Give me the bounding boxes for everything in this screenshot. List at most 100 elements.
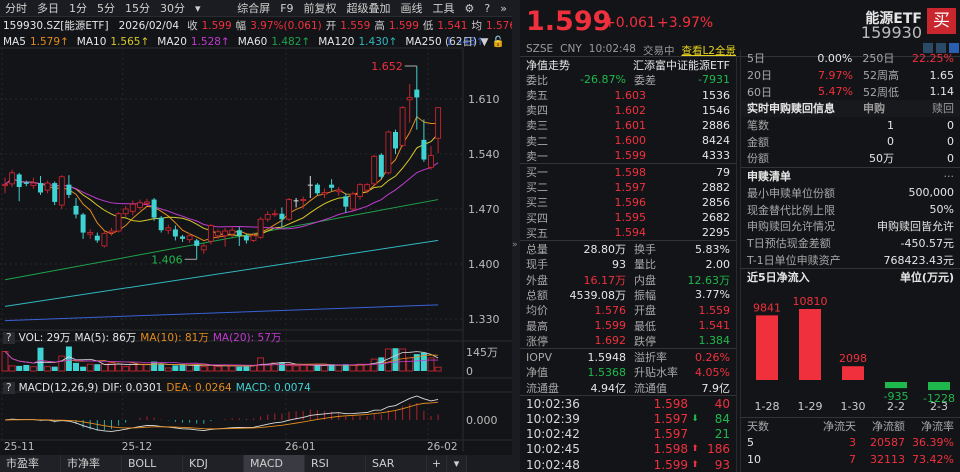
candle-body [257,218,264,238]
order-book-row[interactable]: 卖四 1.602 1546 [520,103,736,118]
period-more-dropdown[interactable]: ▾ [190,2,206,15]
volume-bar [278,362,285,371]
nav-trend-link[interactable]: 净值走势 [526,57,633,73]
netflow-value: 9841 [753,301,781,314]
order-book-row[interactable]: 卖三 1.601 2886 [520,118,736,133]
candle-body [38,183,43,193]
level-price: 1.601 [614,118,647,132]
candle-body [300,199,307,202]
tab-pe[interactable]: 市盈率 [0,455,61,472]
tab-multiday[interactable]: 多日 [32,0,64,16]
draw-button[interactable]: 画线 [396,0,428,16]
period-count-dropdown[interactable]: (62日) ▼ 🔓 [445,34,505,49]
stat-value: 1.559 [698,303,731,317]
overlay-button[interactable]: 超级叠加 [342,0,396,16]
tick-time: 10:02:36 [526,396,580,411]
candle-body [87,232,94,235]
perf-row: 5日 0.00% 250日 22.25% [747,51,954,66]
ma-line-ma250 [4,304,439,322]
order-book-row[interactable]: 卖一 1.599 4333 [520,148,736,163]
order-book-row[interactable]: 买五 1.594 2295 [520,225,736,240]
f9-button[interactable]: F9 [275,2,298,15]
order-book-row[interactable]: 买一 1.598 79 [520,164,736,180]
settings-icon[interactable]: ⚙ [460,2,480,15]
tab-sar[interactable]: SAR [366,455,427,472]
stat-label: 净值 [526,366,548,380]
volume-bar [335,364,343,372]
order-book-row[interactable]: 买四 1.595 2682 [520,210,736,225]
candle-body [421,139,427,160]
tab-intraday[interactable]: 分时 [0,0,32,16]
stat-value: 1.541 [698,318,731,332]
stat-value: 1.576 [594,303,627,317]
avg-label: 均 [471,20,482,32]
kline-chart[interactable]: 1.610 1.540 1.470 1.400 1.330 25-11 25-12 26-01… [0,0,512,472]
expand-icon[interactable]: » [495,2,512,15]
netflow-bar [842,365,864,380]
help-icon[interactable]: ? [479,2,495,15]
tab-macd[interactable]: MACD [244,455,305,472]
add-indicator-button[interactable]: + [427,455,447,472]
netflow-date: 1-29 [798,400,823,413]
ma-line-ma120 [4,239,439,307]
tab-rsi[interactable]: RSI [305,455,366,472]
candle-body [314,184,320,194]
tick-volume: 40 [714,396,730,411]
candle-body [194,240,200,246]
volume-tick: 145万 [466,346,498,359]
tab-15min[interactable]: 15分 [120,0,155,16]
macd-legend: ? MACD(12,26,9) DIF: 0.0301 DEA: 0.0264 … [3,380,508,395]
volume-tick: 0 [466,365,473,378]
volume-help-icon[interactable]: ? [3,331,15,344]
candle-body [378,154,384,177]
macd-help-icon[interactable]: ? [3,381,15,394]
composite-screen-button[interactable]: 综合屏 [232,0,275,16]
volume-bar [51,366,58,371]
candle-body [243,235,249,241]
vol-value: VOL: 29万 [18,332,71,344]
tab-boll[interactable]: BOLL [122,455,183,472]
weicha-value: -7931 [698,73,730,87]
adjust-button[interactable]: 前复权 [299,0,342,16]
stat-value: 16.17万 [583,273,627,287]
indicator-more-button[interactable]: ▾ [447,455,467,472]
tick-price: 1.598 [653,396,688,411]
vol-ma10: MA(10): 81万 [140,332,209,344]
list-more-button[interactable]: ··· [944,170,955,183]
netflow-value: 2098 [839,352,867,365]
volume-bar [136,363,144,372]
level-price: 1.596 [614,195,647,209]
panel-divider[interactable]: » [512,0,520,472]
order-book-row[interactable]: 买二 1.597 2882 [520,180,736,195]
candle-body [399,107,406,146]
candle-body [101,232,108,247]
stat-value: 28.80万 [583,243,627,257]
tab-kdj[interactable]: KDJ [183,455,244,472]
candle-body [180,236,185,239]
stat-label: 总量 [526,243,548,257]
volume-bar [214,366,222,372]
tab-1min[interactable]: 1分 [64,0,92,16]
tab-30min[interactable]: 30分 [155,0,190,16]
volume-bar [164,367,172,372]
order-book-panel: 净值走势 汇添富中证能源ETF 委比 -26.87% 委差 -7931 卖五 1.603 1… [520,57,737,472]
tools-button[interactable]: 工具 [428,0,460,16]
buy-button[interactable]: 买 [927,8,956,34]
stat-row: 流通盘 4.94亿 流通值 7.9亿 [520,380,736,395]
ma-label: MA20 [157,35,187,48]
order-book-row[interactable]: 卖二 1.600 8424 [520,133,736,148]
tab-pb[interactable]: 市净率 [61,455,122,472]
stat-value: 4.94亿 [590,381,627,395]
order-book-row[interactable]: 买三 1.596 2856 [520,195,736,210]
date-tick: 26-02 [427,441,458,453]
candle-body [371,155,378,185]
stat-label: 换手 [634,243,656,257]
candle-body [349,193,356,210]
collapse-icon[interactable]: » [512,240,518,250]
volume-bar [122,366,130,372]
close-value: 1.599 [201,19,232,32]
high-label: 高 [374,20,385,32]
security-code-large: 159930 [860,23,922,42]
tab-5min[interactable]: 5分 [92,0,120,16]
order-book-row[interactable]: 卖五 1.603 1536 [520,87,736,103]
